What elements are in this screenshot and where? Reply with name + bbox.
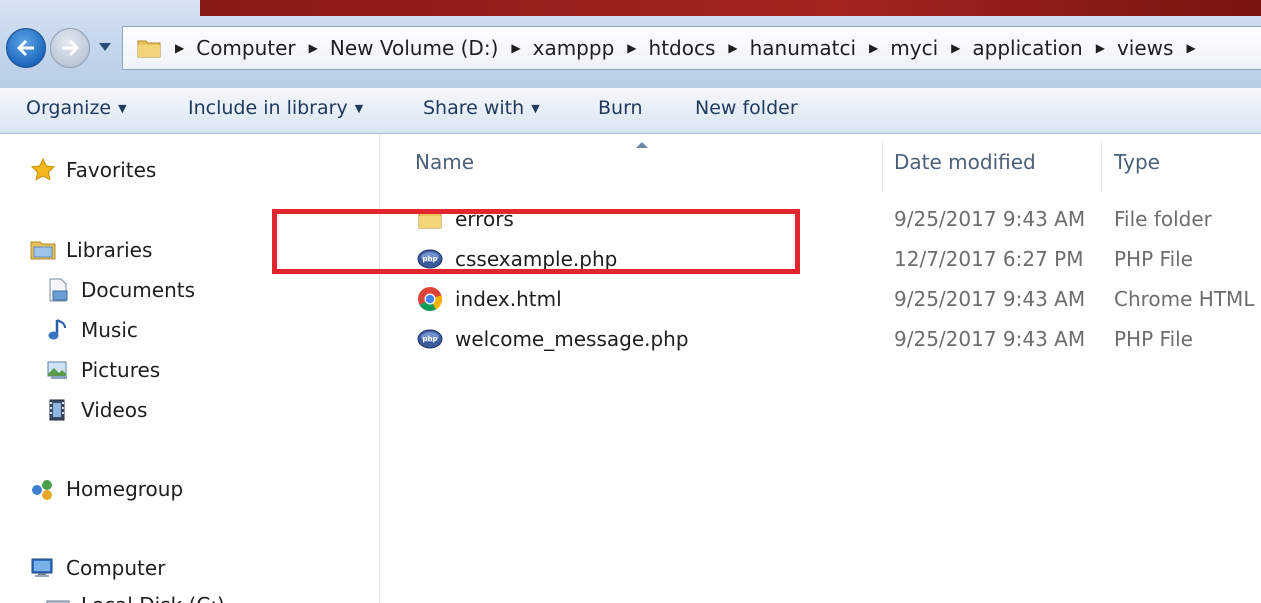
documents-icon [45, 277, 71, 303]
folder-icon [137, 40, 161, 58]
breadcrumb-item-hanumatci[interactable]: ▶ hanumatci [728, 36, 869, 60]
breadcrumb-item-xamppp[interactable]: ▶ xamppp [511, 36, 627, 60]
chevron-right-icon[interactable]: ▶ [1186, 41, 1195, 55]
sort-ascending-icon [636, 142, 648, 148]
caret-down-icon: ▼ [531, 102, 540, 115]
breadcrumb-item-new-volume[interactable]: ▶ New Volume (D:) [309, 36, 512, 60]
breadcrumb[interactable]: ▶ Computer ▶ New Volume (D:) ▶ xamppp ▶ … [122, 26, 1261, 70]
file-row-welcome-message-php[interactable]: php welcome_message.php 9/25/2017 9:43 A… [381, 318, 1261, 358]
breadcrumb-item-myci[interactable]: ▶ myci [869, 36, 951, 60]
chrome-icon [417, 286, 443, 312]
column-header-type[interactable]: Type [1114, 150, 1160, 174]
column-header-date-modified[interactable]: Date modified [894, 150, 1036, 174]
caret-down-icon: ▼ [118, 102, 127, 115]
chevron-right-icon[interactable]: ▶ [175, 41, 184, 55]
chevron-right-icon[interactable]: ▶ [627, 41, 636, 55]
nav-item-libraries[interactable]: Libraries [30, 237, 152, 263]
burn-button[interactable]: Burn [598, 97, 643, 119]
nav-item-homegroup[interactable]: Homegroup [30, 476, 183, 502]
column-header-name[interactable]: Name [415, 150, 474, 174]
column-divider[interactable] [882, 141, 883, 191]
nav-item-pictures[interactable]: Pictures [45, 357, 160, 383]
computer-icon [30, 555, 56, 581]
arrow-left-icon [17, 40, 34, 56]
organize-button[interactable]: Organize ▼ [26, 97, 127, 119]
window-title-strip [200, 0, 1261, 16]
breadcrumb-item-views[interactable]: ▶ views ▶ [1096, 36, 1208, 60]
file-list: Name Date modified Type errors 9/25/2017… [381, 135, 1261, 603]
include-in-library-button[interactable]: Include in library ▼ [188, 97, 363, 119]
navigation-pane: Favorites Libraries Documents Music Pict… [0, 135, 380, 603]
chevron-right-icon[interactable]: ▶ [728, 41, 737, 55]
chevron-right-icon[interactable]: ▶ [951, 41, 960, 55]
homegroup-icon [30, 476, 56, 502]
caret-down-icon: ▼ [354, 102, 364, 115]
share-with-button[interactable]: Share with ▼ [423, 97, 540, 119]
star-icon [30, 157, 56, 183]
column-divider[interactable] [1101, 141, 1102, 191]
pictures-icon [45, 357, 71, 383]
highlight-annotation-box [272, 209, 800, 274]
address-bar: ▶ Computer ▶ New Volume (D:) ▶ xamppp ▶ … [0, 0, 1261, 88]
new-folder-button[interactable]: New folder [695, 97, 798, 119]
chevron-right-icon[interactable]: ▶ [1096, 41, 1105, 55]
svg-text:php: php [422, 335, 437, 343]
back-button[interactable] [6, 28, 46, 68]
forward-button[interactable] [50, 28, 90, 68]
nav-item-computer[interactable]: Computer [30, 555, 165, 581]
breadcrumb-item-htdocs[interactable]: ▶ htdocs [627, 36, 728, 60]
chevron-right-icon[interactable]: ▶ [511, 41, 520, 55]
breadcrumb-item-computer[interactable]: ▶ Computer [175, 36, 309, 60]
php-file-icon: php [417, 326, 443, 352]
arrow-right-icon [62, 40, 79, 56]
hard-drive-icon [45, 592, 71, 603]
nav-item-videos[interactable]: Videos [45, 397, 147, 423]
music-icon [45, 317, 71, 343]
file-row-index-html[interactable]: index.html 9/25/2017 9:43 AM Chrome HTML [381, 278, 1261, 318]
chevron-right-icon[interactable]: ▶ [309, 41, 318, 55]
libraries-icon [30, 237, 56, 263]
command-bar: Organize ▼ Include in library ▼ Share with… [0, 88, 1261, 134]
nav-item-music[interactable]: Music [45, 317, 138, 343]
breadcrumb-item-application[interactable]: ▶ application [951, 36, 1096, 60]
recent-pages-chevron-icon[interactable] [98, 42, 112, 52]
nav-item-favorites[interactable]: Favorites [30, 157, 156, 183]
videos-icon [45, 397, 71, 423]
nav-item-local-disk[interactable]: Local Disk (C:) [45, 592, 225, 603]
chevron-right-icon[interactable]: ▶ [869, 41, 878, 55]
nav-item-documents[interactable]: Documents [45, 277, 195, 303]
